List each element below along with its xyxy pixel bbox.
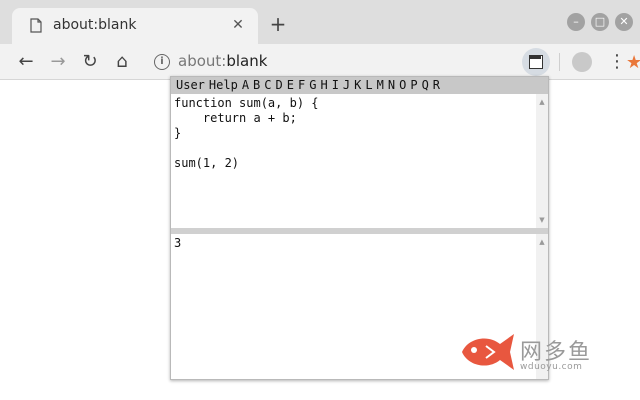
close-window-button[interactable]: ✕ bbox=[615, 13, 633, 31]
menu-item-p[interactable]: P bbox=[408, 77, 419, 94]
menu-item-r[interactable]: R bbox=[431, 77, 442, 94]
tab-strip: about:blank ✕ + – □ ✕ bbox=[0, 0, 640, 44]
output-scroll-up-icon[interactable]: ▲ bbox=[536, 236, 548, 248]
toolbar-divider bbox=[559, 53, 560, 71]
url-text[interactable]: about:blank bbox=[178, 52, 267, 70]
home-icon[interactable]: ⌂ bbox=[110, 50, 134, 74]
menu-item-b[interactable]: B bbox=[251, 77, 262, 94]
menu-item-o[interactable]: O bbox=[397, 77, 408, 94]
menu-item-q[interactable]: Q bbox=[420, 77, 431, 94]
menu-item-f[interactable]: F bbox=[296, 77, 307, 94]
code-editor[interactable]: function sum(a, b) { return a + b; } sum… bbox=[171, 94, 548, 228]
page-icon bbox=[30, 18, 42, 33]
menu-item-a[interactable]: A bbox=[240, 77, 251, 94]
browser-toolbar: ← → ↻ ⌂ i about:blank ★ ⋮ bbox=[0, 44, 640, 80]
menu-item-l[interactable]: L bbox=[363, 77, 374, 94]
code-scrollbar[interactable]: ▲ ▼ bbox=[536, 94, 548, 228]
scroll-down-icon[interactable]: ▼ bbox=[536, 214, 548, 226]
menu-item-k[interactable]: K bbox=[352, 77, 363, 94]
extension-icon[interactable] bbox=[522, 48, 550, 76]
menu-item-user[interactable]: User bbox=[171, 77, 207, 94]
forward-icon[interactable]: → bbox=[46, 50, 70, 74]
bookmark-star-icon[interactable]: ★ bbox=[626, 52, 640, 73]
extension-window-icon bbox=[529, 55, 543, 69]
info-icon[interactable]: i bbox=[154, 54, 170, 70]
menu-item-help[interactable]: Help bbox=[207, 77, 240, 94]
menu-item-g[interactable]: G bbox=[307, 77, 318, 94]
menu-icon[interactable]: ⋮ bbox=[608, 50, 626, 74]
fish-logo-icon bbox=[462, 334, 514, 370]
url-host: blank bbox=[226, 52, 268, 70]
watermark: 网多鱼 wduoyu.com bbox=[458, 328, 608, 378]
new-tab-button[interactable]: + bbox=[266, 12, 290, 36]
reload-icon[interactable]: ↻ bbox=[78, 50, 102, 74]
minimize-button[interactable]: – bbox=[567, 13, 585, 31]
tab-close-icon[interactable]: ✕ bbox=[228, 15, 248, 35]
menu-item-i[interactable]: I bbox=[330, 77, 341, 94]
maximize-button[interactable]: □ bbox=[591, 13, 609, 31]
code-text[interactable]: function sum(a, b) { return a + b; } sum… bbox=[174, 96, 319, 171]
menu-item-d[interactable]: D bbox=[274, 77, 285, 94]
output-text: 3 bbox=[174, 236, 182, 250]
url-scheme: about: bbox=[178, 52, 227, 70]
menu-item-n[interactable]: N bbox=[386, 77, 397, 94]
address-bar[interactable]: i about:blank ★ bbox=[142, 47, 640, 77]
watermark-site: wduoyu.com bbox=[520, 362, 583, 372]
menu-item-e[interactable]: E bbox=[285, 77, 296, 94]
popup-menubar: User Help A B C D E F G H I J K L M N O P Q R bbox=[171, 77, 548, 94]
scroll-up-icon[interactable]: ▲ bbox=[536, 96, 548, 108]
profile-avatar-icon[interactable] bbox=[572, 52, 592, 72]
tab-title: about:blank bbox=[53, 17, 137, 33]
menu-item-c[interactable]: C bbox=[262, 77, 273, 94]
menu-item-m[interactable]: M bbox=[375, 77, 386, 94]
menu-item-h[interactable]: H bbox=[318, 77, 329, 94]
back-icon[interactable]: ← bbox=[14, 50, 38, 74]
menu-item-j[interactable]: J bbox=[341, 77, 352, 94]
browser-tab[interactable]: about:blank ✕ bbox=[12, 8, 258, 44]
